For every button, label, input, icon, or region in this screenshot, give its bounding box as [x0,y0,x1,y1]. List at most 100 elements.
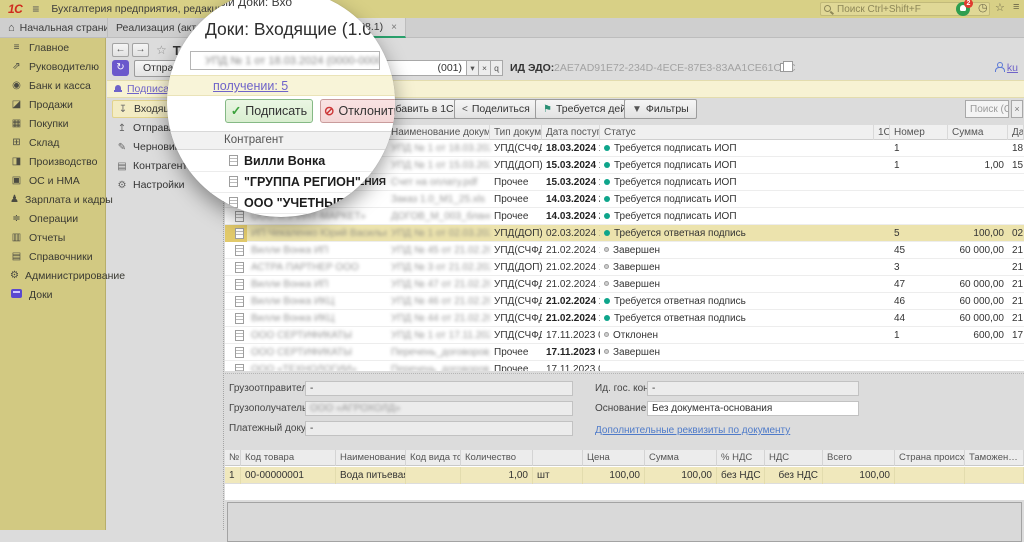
sidebar-item-2[interactable]: ⇗Руководителю [0,57,105,76]
table-row[interactable]: ООО «ТЕХНОЛОГИИ»Перечень_договоров_отгр…… [225,361,1024,371]
status-cell: Требуется подписать ИОП [600,140,874,157]
app-sidebar: ≡Главное⇗Руководителю◉Банк и касса◪Прода… [0,38,106,530]
items-column-header[interactable]: % НДС [717,450,765,466]
field-clear-icon[interactable]: × [479,60,491,76]
magnified-table-row[interactable]: Вилли Вонка [167,151,395,172]
items-cell: 00-00000001 [241,467,336,484]
sidebar-item-12[interactable]: ▤Справочники [0,247,105,266]
table-row[interactable]: АСТРА ПАРТНЕР ОООУПД № 3 от 21.02.2024УП… [225,259,1024,276]
nav-item-icon: ✎ [116,142,128,153]
search-clear-icon[interactable]: × [1011,100,1023,118]
items-column-header[interactable]: Сумма [645,450,717,466]
c1-cell [874,327,890,344]
row-icon-cell [225,242,247,259]
items-column-header[interactable]: Количество [461,450,533,466]
document-icon [235,347,244,358]
form-field[interactable]: - [305,421,573,436]
sidebar-item-3[interactable]: ◉Банк и касса [0,76,105,95]
column-header[interactable]: Наименование документа [387,125,490,140]
items-column-header[interactable]: Код товара [241,450,336,466]
column-header[interactable]: Тип документа [490,125,542,140]
sidebar-item-9[interactable]: ♟Зарплата и кадры [0,190,105,209]
favorites-star-icon[interactable]: ☆ [995,1,1005,14]
sidebar-item-1[interactable]: ≡Главное [0,38,105,57]
items-column-header[interactable]: № [225,450,241,466]
sidebar-item-6[interactable]: ⊞Склад [0,133,105,152]
c1-cell [874,293,890,310]
funnel-icon: ▼ [632,104,642,115]
table-search-input[interactable]: Поиск (Ctrl+F) [965,100,1009,118]
items-row[interactable]: 100-00000001Вода питьевая дл…1,00шт100,0… [225,467,1024,484]
sum-cell: 60 000,00 [948,293,1008,310]
table-row[interactable]: ООО СЕРТИФИКАТЫПеречень_договоров_отгр.В… [225,344,1024,361]
decline-button[interactable]: ⊘Отклонить [320,99,395,123]
form-field[interactable]: - [647,381,859,396]
row-icon-cell [225,293,247,310]
share-icon: < [462,104,468,115]
items-column-header[interactable] [533,450,583,466]
table-row[interactable]: Вилли Вонка ИПУПД № 45 от 21.02.2024УПД(… [225,242,1024,259]
sidebar-item-11[interactable]: ▥Отчеты [0,228,105,247]
sidebar-item-13[interactable]: ⚙Администрирование [0,266,105,285]
edo-sync-icon[interactable]: ↻ [112,60,129,76]
form-label: Грузоотправитель: [229,383,315,394]
table-row[interactable]: Вилли Вонка ИКЦУПД № 46 от 21.02.2024УПД… [225,293,1024,310]
items-cell: 100,00 [645,467,717,484]
column-header[interactable]: Статус [600,125,874,140]
items-column-header[interactable]: Таможен… [965,450,1024,466]
magnified-window-caption: вый Доки: Вхо [213,0,292,9]
column-header[interactable]: 1С [874,125,890,140]
sidebar-item-10[interactable]: ≑Операции [0,209,105,228]
forward-button[interactable]: → [132,43,149,57]
sidebar-item-4[interactable]: ◪Продажи [0,95,105,114]
doc-type-cell: УПД(СЧФДОП) [490,242,542,259]
items-column-header[interactable]: Код вида товара [406,450,461,466]
magnified-receipt-link[interactable]: получении: 5 [213,79,288,93]
favorite-star-icon[interactable]: ☆ [156,43,167,57]
column-header[interactable]: Дата [1008,125,1024,140]
coin-icon: ◉ [10,80,23,91]
sidebar-item-7[interactable]: ◨Производство [0,152,105,171]
field-open-icon[interactable]: ɋ [491,60,503,76]
sidebar-item-5[interactable]: ▦Покупки [0,114,105,133]
magnified-table-row[interactable]: ООО "УЧЕТНЫЕ РЕШЕНИЯ [167,193,395,214]
form-field[interactable]: Без документа-основания [647,401,859,416]
status-cell: Требуется подписать ИОП [600,174,874,191]
tab-home[interactable]: ⌂ Начальная страница [0,18,108,38]
filters-button[interactable]: ▼Фильтры [624,99,697,119]
field-dropdown-icon[interactable]: ▾ [467,60,479,76]
additional-requisites-link[interactable]: Дополнительные реквизиты по документу [595,425,790,436]
sidebar-item-label: Отчеты [29,232,65,244]
history-icon[interactable]: ◷ [978,1,988,14]
table-row[interactable]: Вилли Вонка ИПУПД № 47 от 21.02.2024УПД(… [225,276,1024,293]
table-row[interactable]: Вилли Вонка ИКЦУПД № 44 от 21.02.2024УПД… [225,310,1024,327]
user-link[interactable]: ku [1007,62,1018,74]
magnified-table-row[interactable]: "ПРИНТИК" [167,214,395,217]
main-menu-icon[interactable]: ≡ [32,2,39,16]
column-header[interactable]: Номер [890,125,948,140]
edo-id-value: 2AE7AD91E72-234D-4ECE-87E3-83AA1CE61CBC [554,62,796,74]
column-header[interactable]: Дата поступ… ↑ [542,125,600,140]
sidebar-item-8[interactable]: ▣ОС и НМА [0,171,105,190]
items-column-header[interactable]: Всего [823,450,895,466]
notifications-icon[interactable]: 2 [956,2,970,16]
form-field[interactable]: - [305,381,573,396]
sidebar-item-14[interactable]: Доки [0,285,105,304]
magnified-table-row[interactable]: "ГРУППА РЕГИОН" ООО [167,172,395,193]
table-row[interactable]: ИП Чекаленко Юрий ВасильевичУПД № 1 от 0… [225,225,1024,242]
back-button[interactable]: ← [112,43,129,57]
kontragent-cell: ООО СЕРТИФИКАТЫ [247,327,387,344]
doc-name-cell: УПД № 44 от 21.02.2024 [387,310,490,327]
sign-button[interactable]: ✓Подписать [225,99,313,123]
c1-cell [874,242,890,259]
number-cell: 44 [890,310,948,327]
form-field[interactable]: ООО «АГРОХОЛД» [305,401,573,416]
service-menu-icon[interactable]: ≡ [1013,1,1019,13]
items-column-header[interactable]: Цена [583,450,645,466]
copy-icon[interactable] [780,63,788,72]
column-header[interactable]: Сумма [948,125,1008,140]
table-row[interactable]: ООО СЕРТИФИКАТЫУПД № 1 от 17.11.2023УПД(… [225,327,1024,344]
items-column-header[interactable]: Наименование то… [336,450,406,466]
items-column-header[interactable]: НДС [765,450,823,466]
items-column-header[interactable]: Страна происхож… [895,450,965,466]
